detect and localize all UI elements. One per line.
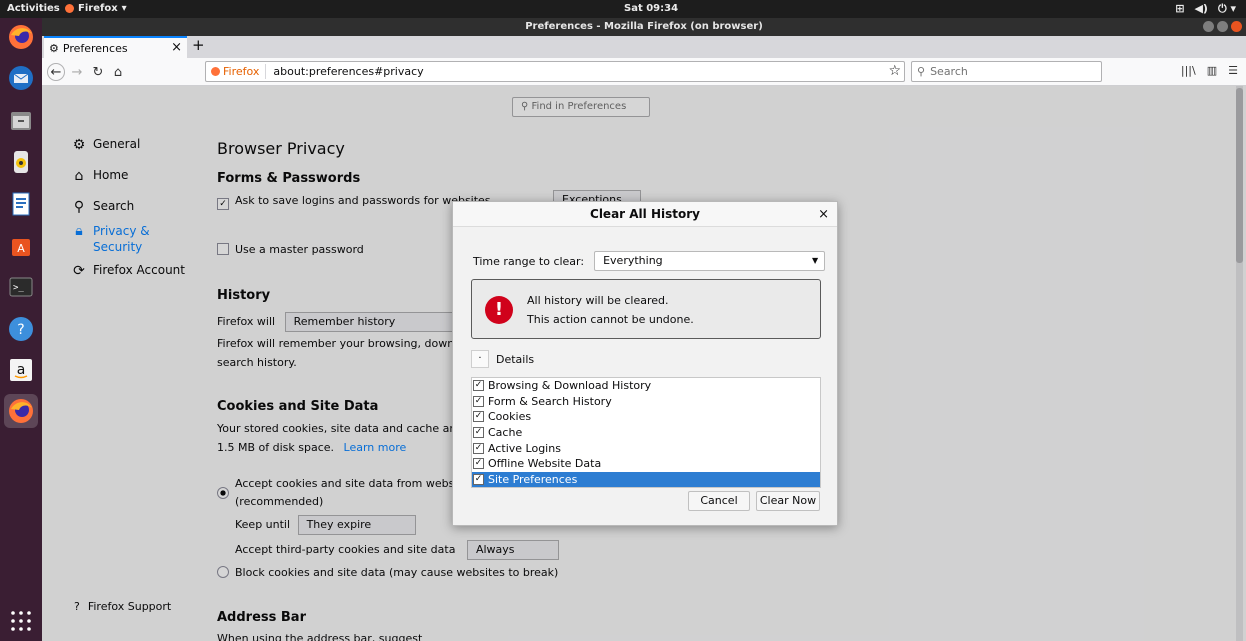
chevron-down-icon: ▾ — [121, 3, 127, 14]
svg-text:a: a — [17, 362, 26, 378]
item-label: Site Preferences — [488, 472, 578, 486]
time-range-select[interactable]: Everything ▼ — [594, 251, 826, 271]
dialog-close-icon[interactable]: × — [818, 202, 829, 227]
svg-text:?: ? — [17, 322, 24, 338]
item-checkbox[interactable]: ✓ — [473, 380, 484, 392]
sidebar-icon[interactable]: ▥ — [1207, 64, 1217, 77]
list-item[interactable]: ✓ Cache — [472, 425, 820, 441]
search-bar[interactable]: ⚲ Search — [911, 61, 1102, 82]
time-range-label: Time range to clear: — [473, 254, 585, 268]
app-menu-label: Firefox — [78, 3, 118, 14]
bookmark-star-icon[interactable]: ☆ — [888, 63, 901, 79]
identity-label: Firefox — [223, 65, 260, 78]
activities-button[interactable]: Activities — [7, 3, 60, 14]
tab-bar: ⚙ Preferences × + — [42, 36, 1246, 58]
identity-box[interactable]: Firefox — [206, 64, 267, 79]
app-menu[interactable]: Firefox ▾ — [65, 3, 127, 14]
item-checkbox[interactable]: ✓ — [473, 458, 484, 470]
time-range-value: Everything — [603, 254, 663, 267]
svg-text:A: A — [17, 242, 25, 255]
system-tray[interactable]: ⊞ ◀) ⏻ ▾ — [1175, 2, 1236, 16]
search-placeholder: Search — [930, 65, 968, 78]
chevron-down-icon: ▼ — [811, 256, 819, 265]
maximize-button[interactable] — [1217, 21, 1228, 32]
clear-history-dialog: Clear All History × Time range to clear:… — [452, 201, 838, 526]
firefox-launcher-icon[interactable] — [4, 20, 38, 54]
warning-line-2: This action cannot be undone. — [527, 313, 694, 326]
library-icon[interactable]: |||\ — [1181, 64, 1196, 77]
details-toggle[interactable]: · Details — [471, 350, 534, 368]
item-label: Active Logins — [488, 441, 561, 455]
item-label: Offline Website Data — [488, 457, 602, 471]
thunderbird-launcher-icon[interactable] — [4, 61, 38, 95]
navigation-toolbar: ← → ↻ ⌂ Firefox about:preferences#privac… — [42, 58, 1246, 86]
item-checkbox[interactable]: ✓ — [473, 427, 484, 439]
firefox-small-icon — [211, 67, 220, 76]
item-checkbox[interactable]: ✓ — [473, 442, 484, 454]
warning-line-1: All history will be cleared. — [527, 294, 669, 307]
dialog-title: Clear All History — [590, 207, 700, 221]
terminal-launcher-icon[interactable]: >_ — [4, 270, 38, 304]
firefox-window: Preferences - Mozilla Firefox (on browse… — [42, 18, 1246, 641]
window-close-button[interactable] — [1231, 21, 1242, 32]
details-label: Details — [496, 352, 535, 366]
system-top-bar: Activities Firefox ▾ Sat 09:34 ⊞ ◀) ⏻ ▾ — [0, 0, 1246, 18]
amazon-launcher-icon[interactable]: a — [4, 353, 38, 387]
warning-box: ! All history will be cleared. This acti… — [471, 279, 821, 339]
window-title: Preferences - Mozilla Firefox (on browse… — [525, 21, 763, 32]
tab-preferences[interactable]: ⚙ Preferences × — [44, 36, 187, 58]
minimize-button[interactable] — [1203, 21, 1214, 32]
item-label: Form & Search History — [488, 394, 612, 408]
list-item[interactable]: ✓ Form & Search History — [472, 394, 820, 410]
show-applications-icon[interactable] — [4, 604, 38, 638]
firefox-small-icon — [65, 4, 74, 13]
clear-now-button[interactable]: Clear Now — [756, 491, 820, 511]
reload-button[interactable]: ↻ — [89, 63, 107, 81]
software-center-launcher-icon[interactable]: A — [4, 228, 38, 262]
list-item[interactable]: ✓ Active Logins — [472, 440, 820, 456]
launcher-dock: A >_ ? a — [0, 18, 42, 641]
url-text[interactable]: about:preferences#privacy — [266, 65, 423, 78]
gear-icon: ⚙ — [49, 41, 59, 55]
tab-close-icon[interactable]: × — [171, 40, 182, 55]
url-bar[interactable]: Firefox about:preferences#privacy ☆ — [205, 61, 905, 82]
item-checkbox[interactable]: ✓ — [473, 411, 484, 423]
list-item[interactable]: ✓ Offline Website Data — [472, 456, 820, 472]
network-icon: ⊞ — [1175, 2, 1185, 15]
back-button[interactable]: ← — [47, 63, 65, 81]
rhythmbox-launcher-icon[interactable] — [4, 145, 38, 179]
collapse-details-button[interactable]: · — [471, 350, 489, 368]
window-titlebar[interactable]: Preferences - Mozilla Firefox (on browse… — [42, 18, 1246, 36]
item-checkbox[interactable]: ✓ — [473, 473, 484, 485]
list-item-selected[interactable]: ✓ Site Preferences — [472, 471, 820, 488]
item-checkbox[interactable]: ✓ — [473, 395, 484, 407]
time-range-row: Time range to clear: Everything ▼ — [473, 251, 826, 271]
files-launcher-icon[interactable] — [4, 104, 38, 138]
volume-icon: ◀) — [1194, 2, 1208, 15]
cancel-button[interactable]: Cancel — [688, 491, 750, 511]
search-icon: ⚲ — [917, 65, 926, 78]
help-launcher-icon[interactable]: ? — [4, 312, 38, 346]
power-icon: ⏻ ▾ — [1217, 2, 1236, 15]
list-item[interactable]: ✓ Cookies — [472, 409, 820, 425]
tab-label: Preferences — [62, 41, 128, 55]
forward-button[interactable]: → — [68, 63, 86, 81]
history-items-list: ✓ Browsing & Download History ✓ Form & Sea… — [471, 377, 821, 488]
hamburger-menu-icon[interactable]: ☰ — [1228, 64, 1238, 77]
firefox-running-launcher-icon[interactable] — [4, 394, 38, 428]
list-item[interactable]: ✓ Browsing & Download History — [472, 378, 820, 394]
clock[interactable]: Sat 09:34 — [624, 3, 678, 14]
writer-launcher-icon[interactable] — [4, 187, 38, 221]
item-label: Cache — [488, 426, 523, 440]
svg-text:>_: >_ — [13, 283, 24, 293]
new-tab-button[interactable]: + — [192, 36, 205, 54]
exclamation-icon: ! — [485, 296, 513, 324]
item-label: Browsing & Download History — [488, 379, 652, 393]
dialog-titlebar: Clear All History × — [453, 202, 837, 227]
item-label: Cookies — [488, 410, 532, 424]
home-button[interactable]: ⌂ — [109, 63, 127, 81]
